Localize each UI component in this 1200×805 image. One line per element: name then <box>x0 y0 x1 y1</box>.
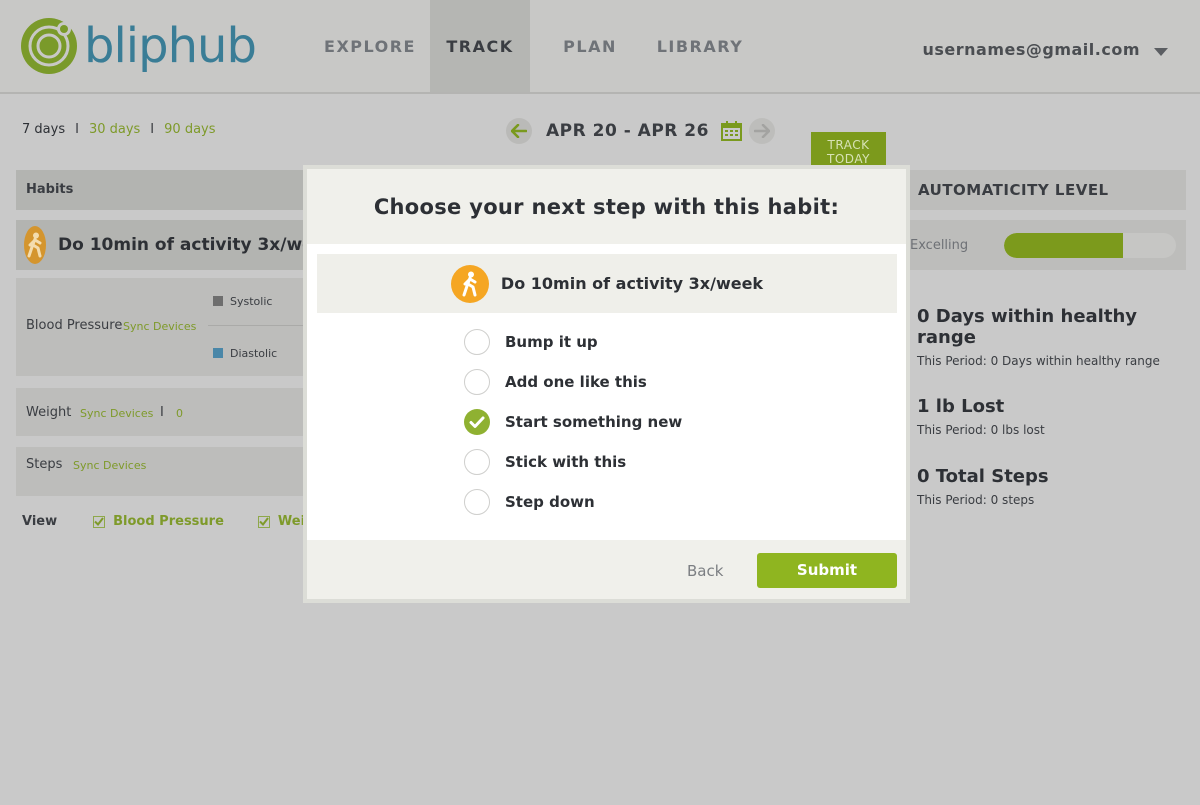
track-today-line2: TODAY <box>827 152 870 166</box>
automaticity-progress-bar <box>1004 233 1176 258</box>
walking-icon <box>24 226 46 264</box>
radio-button[interactable] <box>464 329 490 355</box>
blood-pressure-label: Blood Pressure <box>26 318 123 333</box>
range-separator: I <box>150 122 155 137</box>
modal-habit-card: Do 10min of activity 3x/week <box>317 254 897 313</box>
checkbox-weight[interactable] <box>257 515 270 528</box>
option-label: Bump it up <box>505 333 598 351</box>
range-selector: 7 days I 30 days I 90 days <box>22 122 216 137</box>
weight-value: 0 <box>176 407 183 420</box>
stat-healthy-range: 0 Days within healthy range This Period:… <box>917 306 1200 368</box>
option-bump-it-up[interactable]: Bump it up <box>464 329 682 355</box>
stat-subtitle: This Period: 0 Days within healthy range <box>917 354 1160 368</box>
date-range-label: APR 20 - APR 26 <box>546 121 709 141</box>
walking-icon <box>450 264 489 303</box>
bliphub-logo-icon <box>21 18 77 74</box>
steps-label: Steps <box>26 457 63 472</box>
sync-devices-link[interactable]: Sync Devices <box>123 320 196 333</box>
habits-header: Habits <box>16 170 306 210</box>
next-step-modal: Choose your next step with this habit: D… <box>303 165 910 603</box>
top-header: bliphub EXPLORE TRACK PLAN LIBRARY usern… <box>0 0 1200 94</box>
arrow-right-icon[interactable] <box>748 118 775 144</box>
sync-devices-link[interactable]: Sync Devices <box>80 407 153 420</box>
modal-footer: Back Submit <box>307 540 906 599</box>
option-label: Stick with this <box>505 453 627 471</box>
track-today-line1: TRACK <box>827 138 870 152</box>
stat-title: 0 Days within healthy range <box>917 306 1137 348</box>
radio-button[interactable] <box>464 369 490 395</box>
range-30-days[interactable]: 30 days <box>89 122 140 137</box>
stat-total-steps: 0 Total Steps This Period: 0 steps <box>917 466 1049 507</box>
option-step-down[interactable]: Step down <box>464 489 682 515</box>
steps-row: Steps Sync Devices <box>16 447 306 496</box>
weight-row: Weight Sync Devices I 0 <box>16 388 306 436</box>
habit-title: Do 10min of activity 3x/week <box>58 235 337 255</box>
radio-button[interactable] <box>464 489 490 515</box>
weight-separator: I <box>160 405 164 420</box>
stat-subtitle: This Period: 0 lbs lost <box>917 423 1045 437</box>
checkbox-blood-pressure[interactable] <box>93 515 106 528</box>
range-7-days[interactable]: 7 days <box>22 122 65 137</box>
stat-weight-lost: 1 lb Lost This Period: 0 lbs lost <box>917 396 1045 437</box>
calendar-icon[interactable] <box>720 121 743 141</box>
nav-track[interactable]: TRACK <box>430 0 530 92</box>
automaticity-progress-fill <box>1004 233 1123 258</box>
arrow-left-icon[interactable] <box>506 118 532 144</box>
checkmark-icon <box>259 517 269 526</box>
view-option-blood-pressure[interactable]: Blood Pressure <box>113 514 224 529</box>
stat-subtitle: This Period: 0 steps <box>917 493 1035 507</box>
automaticity-row: Excelling <box>908 220 1186 270</box>
stat-title: 0 Total Steps <box>917 466 1049 487</box>
stat-title: 1 lb Lost <box>917 396 1005 417</box>
chevron-down-icon[interactable] <box>1154 47 1168 56</box>
systolic-label: Systolic <box>230 295 273 308</box>
nav-explore[interactable]: EXPLORE <box>310 0 430 92</box>
divider <box>208 325 306 326</box>
user-menu[interactable]: usernames@gmail.com <box>922 40 1168 59</box>
automaticity-header: AUTOMATICITY LEVEL <box>908 170 1186 210</box>
nav-plan[interactable]: PLAN <box>530 0 650 92</box>
option-label: Step down <box>505 493 595 511</box>
main-nav: EXPLORE TRACK PLAN LIBRARY <box>310 0 750 92</box>
brand-name: bliphub <box>84 18 257 74</box>
range-separator: I <box>75 122 79 137</box>
view-label: View <box>22 514 58 529</box>
diastolic-label: Diastolic <box>230 347 278 360</box>
weight-label: Weight <box>26 405 72 420</box>
blood-pressure-row: Blood Pressure Sync Devices Systolic Dia… <box>16 278 306 376</box>
modal-title: Choose your next step with this habit: <box>307 169 906 244</box>
radio-button[interactable] <box>464 449 490 475</box>
option-add-one-like-this[interactable]: Add one like this <box>464 369 682 395</box>
next-step-options: Bump it up Add one like this Start somet… <box>464 329 682 529</box>
habit-row[interactable]: Do 10min of activity 3x/week <box>16 220 337 270</box>
back-button[interactable]: Back <box>687 562 723 580</box>
option-label: Add one like this <box>505 373 647 391</box>
submit-button[interactable]: Submit <box>757 553 897 588</box>
bliphub-logo[interactable]: bliphub <box>20 17 257 75</box>
checkmark-icon <box>469 416 485 428</box>
checkmark-icon <box>94 517 104 526</box>
option-label: Start something new <box>505 413 683 431</box>
modal-habit-title: Do 10min of activity 3x/week <box>500 274 764 293</box>
option-stick-with-this[interactable]: Stick with this <box>464 449 682 475</box>
sync-devices-link[interactable]: Sync Devices <box>73 459 146 472</box>
user-email: usernames@gmail.com <box>922 40 1140 59</box>
nav-library[interactable]: LIBRARY <box>650 0 750 92</box>
automaticity-level-label: Excelling <box>910 238 969 253</box>
range-90-days[interactable]: 90 days <box>164 122 215 137</box>
option-start-something-new[interactable]: Start something new <box>464 409 682 435</box>
date-navigator: APR 20 - APR 26 <box>506 118 775 144</box>
diastolic-swatch <box>213 348 223 358</box>
systolic-swatch <box>213 296 223 306</box>
radio-button-checked[interactable] <box>464 409 490 435</box>
